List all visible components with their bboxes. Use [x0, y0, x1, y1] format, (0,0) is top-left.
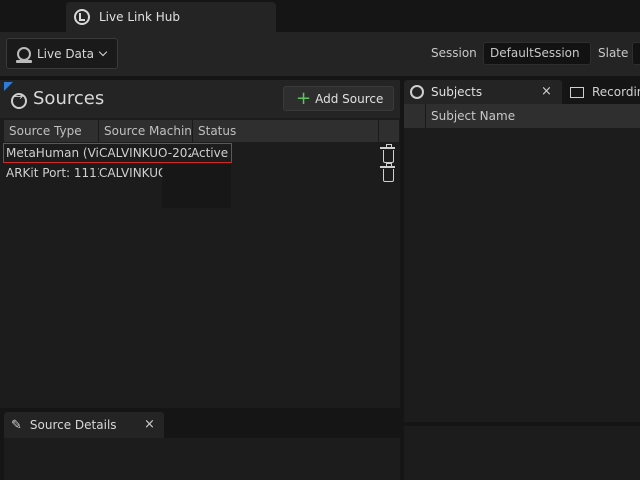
sources-panel: Sources + Add Source Source Type Source … — [0, 78, 400, 408]
subjects-column-spacer — [404, 104, 426, 128]
sources-title: Sources — [33, 88, 105, 109]
tab-subjects[interactable]: Subjects × — [404, 80, 562, 104]
live-data-dropdown[interactable]: Live Data — [6, 38, 118, 69]
pencil-icon: ✎ — [11, 417, 22, 433]
subjects-icon — [410, 85, 424, 99]
subject-details-area — [404, 424, 640, 480]
live-data-label: Live Data — [37, 46, 94, 61]
column-status[interactable]: Status — [193, 120, 379, 142]
trash-icon[interactable] — [380, 163, 395, 182]
toolbar: Live Data Session DefaultSession Slate — [0, 32, 640, 76]
tab-recording[interactable]: Recordin — [566, 80, 640, 104]
live-link-hub-window: Live Link Hub Live Data Session DefaultS… — [0, 0, 640, 480]
sources-column-header: Source Type Source Machin Status — [4, 120, 400, 142]
tooltip-overlay — [162, 164, 231, 208]
source-machine-cell: CALVINKUO — [99, 166, 163, 180]
trash-icon[interactable] — [380, 144, 395, 163]
column-actions — [379, 120, 400, 142]
slate-field[interactable] — [632, 42, 640, 65]
source-details-body — [4, 438, 400, 480]
source-type-cell: ARKit Port: 1111 — [6, 166, 99, 180]
live-link-icon — [74, 9, 90, 25]
subjects-list — [404, 128, 640, 422]
sources-icon — [11, 90, 27, 109]
chevron-down-icon — [98, 47, 108, 56]
source-type-cell: MetaHuman (Vic — [6, 146, 99, 160]
webcam-icon — [16, 46, 32, 63]
add-source-button[interactable]: + Add Source — [283, 86, 394, 111]
app-tab[interactable]: Live Link Hub — [66, 2, 276, 32]
window-title: Live Link Hub — [99, 10, 180, 24]
sources-header: Sources + Add Source — [0, 80, 400, 118]
tab-source-details[interactable]: ✎ Source Details × — [4, 412, 164, 438]
source-details-label: Source Details — [29, 418, 117, 432]
recording-tab-label: Recordin — [592, 85, 640, 99]
column-subject-name[interactable]: Subject Name — [431, 109, 515, 123]
session-label: Session — [431, 46, 477, 60]
subjects-column-header: Subject Name — [404, 104, 640, 128]
session-field[interactable]: DefaultSession — [483, 42, 591, 65]
source-details-panel: ✎ Source Details × — [0, 408, 400, 480]
title-bar: Live Link Hub — [0, 0, 640, 32]
slate-label: Slate — [598, 46, 629, 60]
film-icon — [570, 86, 584, 98]
panel-corner-marker — [4, 82, 13, 91]
subjects-panel: Subjects × Recordin Subject Name — [404, 78, 640, 480]
plus-icon: + — [296, 87, 312, 109]
column-source-type[interactable]: Source Type — [4, 120, 99, 142]
add-source-label: Add Source — [315, 91, 384, 106]
close-icon[interactable]: × — [144, 417, 155, 432]
source-status-cell: Active — [191, 146, 229, 160]
column-source-machine[interactable]: Source Machin — [99, 120, 193, 142]
source-row[interactable]: MetaHuman (Vic CALVINKUO-202 Active — [3, 143, 232, 163]
source-machine-cell: CALVINKUO-202 — [99, 146, 191, 160]
close-icon[interactable]: × — [541, 84, 552, 99]
subjects-tab-label: Subjects — [431, 85, 483, 99]
